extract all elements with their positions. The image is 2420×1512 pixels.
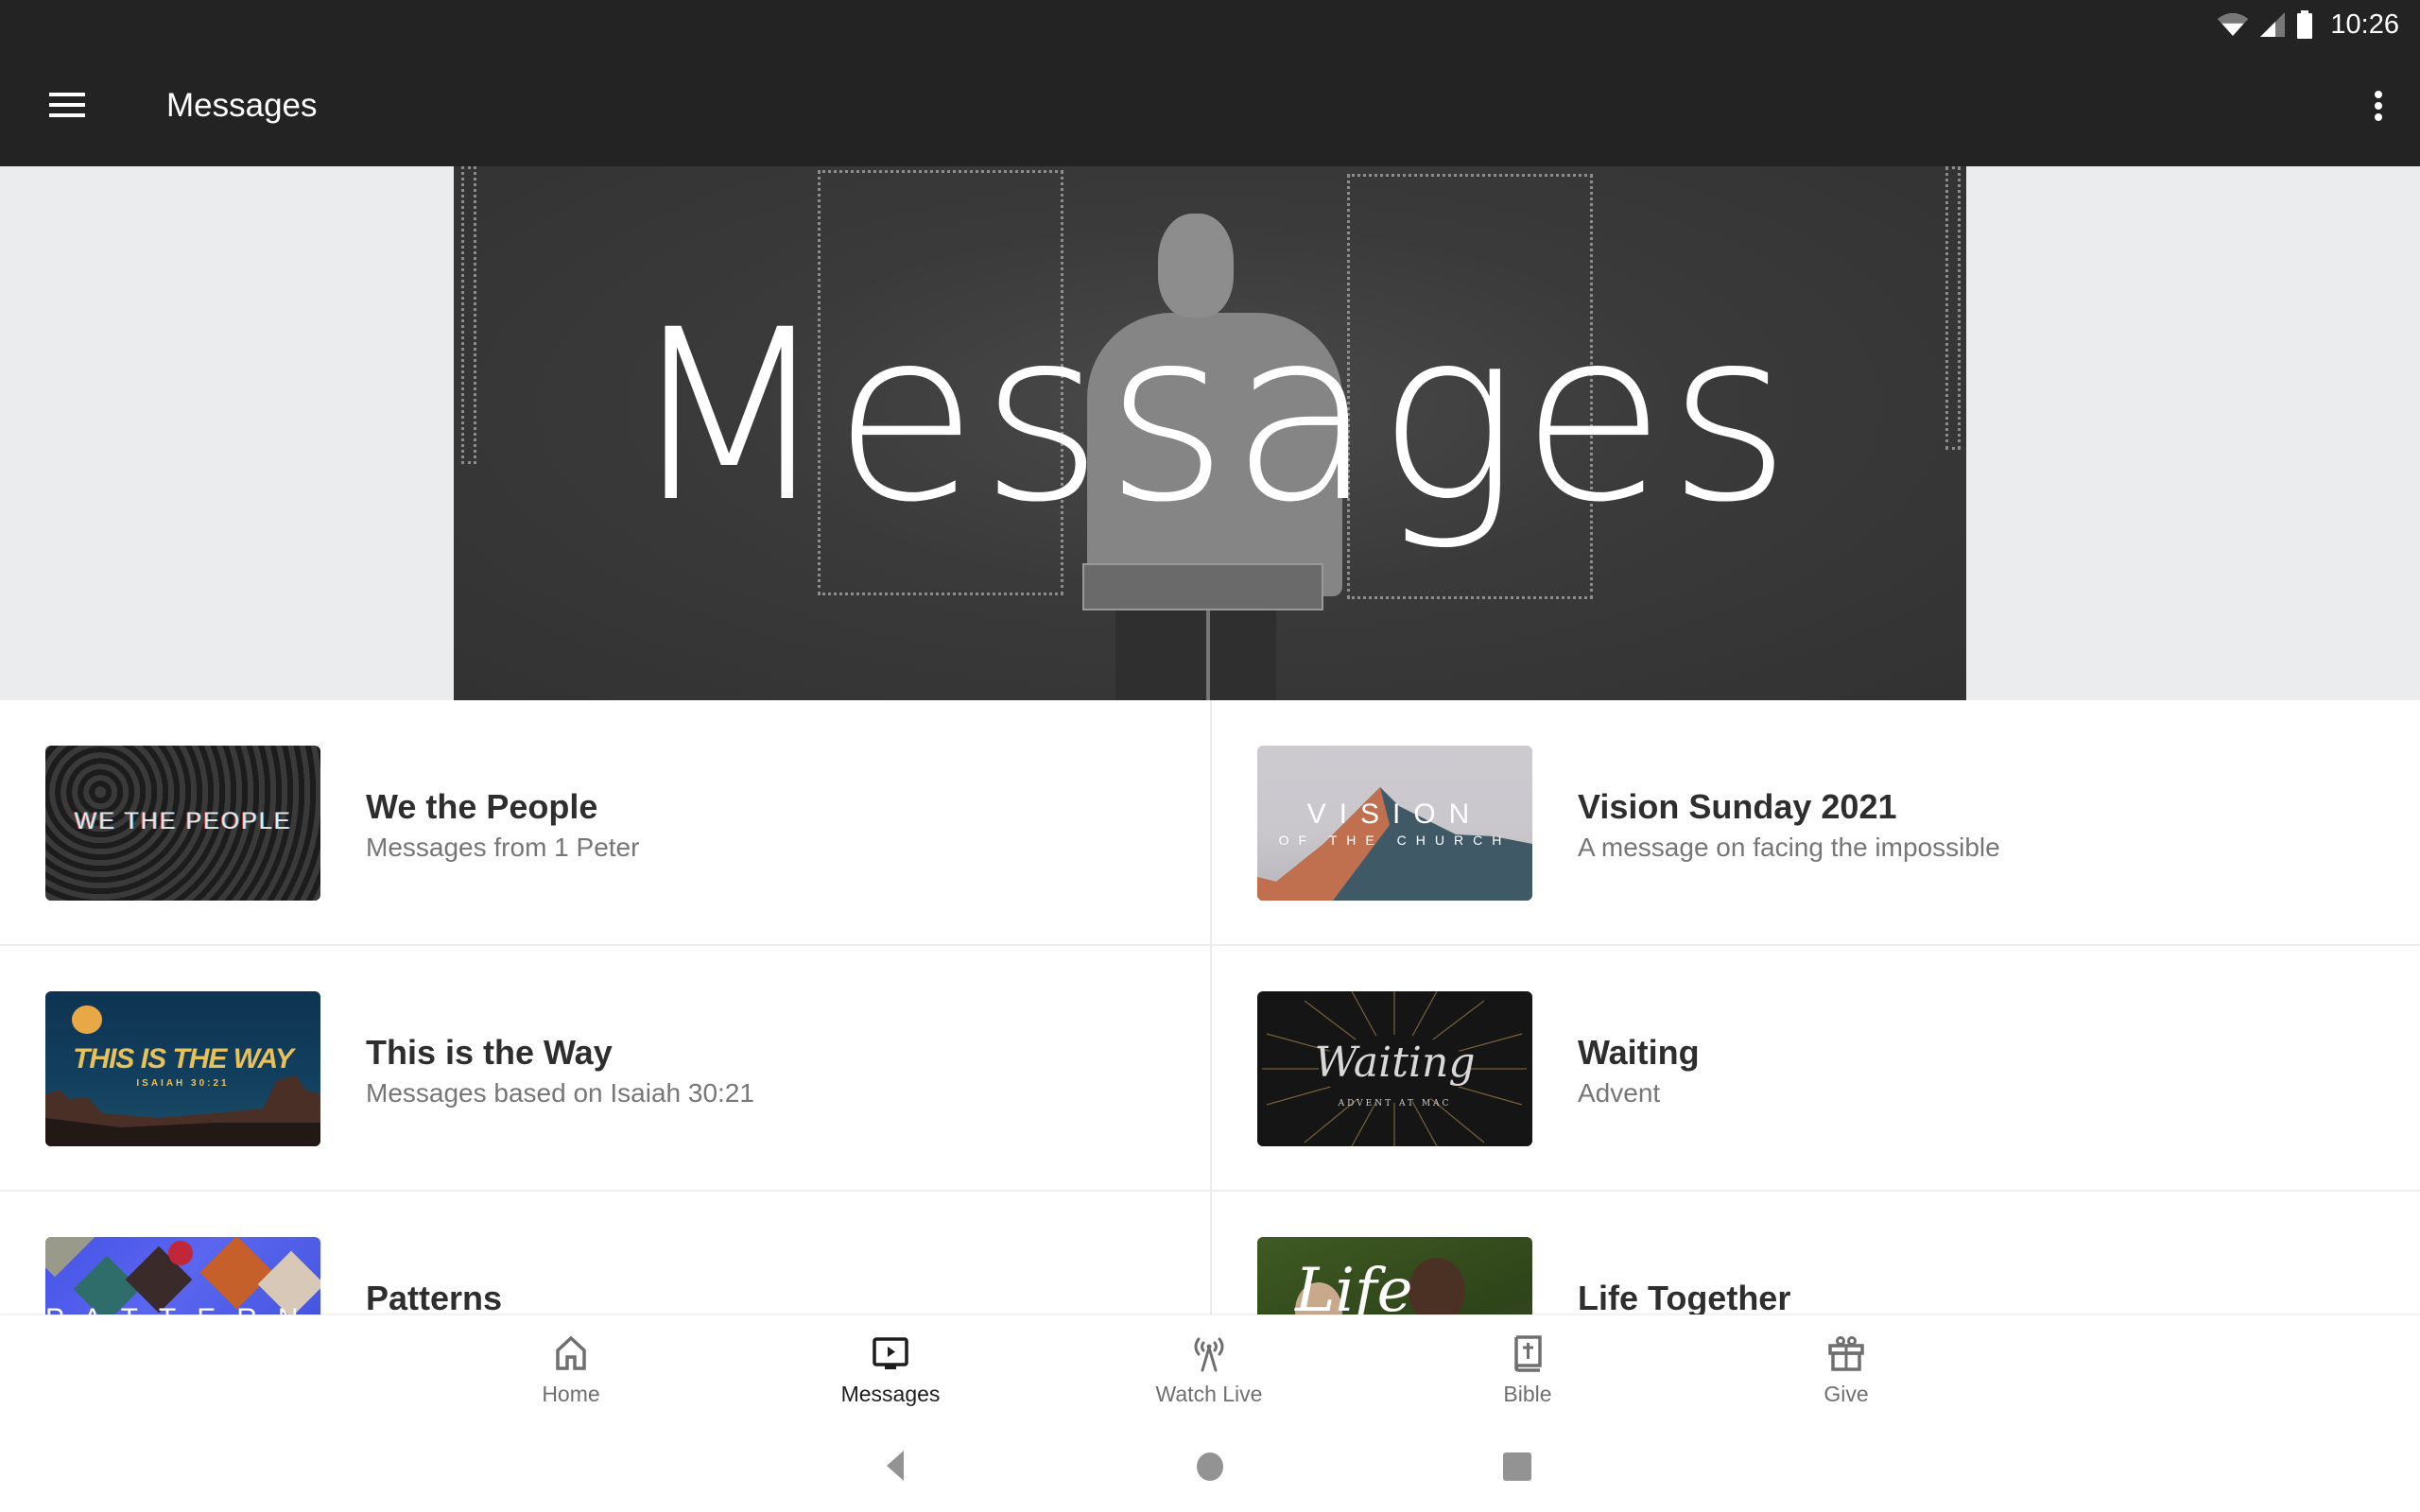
series-title: This is the Way bbox=[366, 1033, 613, 1072]
thumbnail-caption: PATTERNS bbox=[45, 1303, 320, 1314]
wifi-icon bbox=[2218, 13, 2249, 36]
status-bar: 10:26 bbox=[2217, 6, 2399, 43]
mic-stand bbox=[1206, 610, 1210, 700]
series-thumbnail: WE THE PEOPLE bbox=[45, 746, 320, 901]
page-title: Messages bbox=[166, 87, 318, 124]
moon-graphic bbox=[72, 1005, 102, 1034]
status-time: 10:26 bbox=[2330, 9, 2399, 40]
thumbnail-caption: ISAIAH 30:21 bbox=[136, 1078, 230, 1089]
video-play-icon bbox=[873, 1337, 908, 1369]
more-vert-icon[interactable] bbox=[2371, 89, 2386, 127]
series-item-life-together[interactable]: Life Life Together bbox=[1212, 1192, 2420, 1314]
photo-figure bbox=[1409, 1258, 1465, 1314]
gift-icon bbox=[1828, 1336, 1864, 1371]
recent-apps-icon[interactable] bbox=[1503, 1452, 1531, 1481]
series-list: WE THE PEOPLE We the People Messages fro… bbox=[0, 700, 2420, 1314]
system-navigation-bar bbox=[0, 1428, 2420, 1512]
series-title: Vision Sunday 2021 bbox=[1578, 787, 1897, 826]
nav-tab-home[interactable]: Home bbox=[458, 1315, 684, 1429]
broadcast-antenna-icon bbox=[1194, 1337, 1224, 1372]
nav-label: Watch Live bbox=[1155, 1382, 1263, 1406]
cell-signal-icon bbox=[2260, 12, 2286, 37]
app-bar: 10:26 Messages bbox=[0, 0, 2420, 166]
nav-label: Messages bbox=[840, 1382, 941, 1406]
hamburger-menu-icon[interactable] bbox=[49, 91, 87, 121]
series-subtitle: A message on facing the impossible bbox=[1578, 833, 2000, 862]
series-subtitle: Messages from 1 Peter bbox=[366, 833, 640, 862]
series-item-vision-sunday-2021[interactable]: VISION OF THE CHURCH Vision Sunday 2021 … bbox=[1212, 700, 2420, 946]
hero-section: Messages bbox=[0, 166, 2420, 700]
back-icon[interactable] bbox=[887, 1451, 904, 1481]
collage-tile bbox=[199, 1237, 274, 1310]
nav-tab-give[interactable]: Give bbox=[1733, 1315, 1960, 1429]
bible-icon bbox=[1514, 1335, 1542, 1372]
battery-icon bbox=[2297, 10, 2313, 39]
series-thumbnail: VISION OF THE CHURCH bbox=[1257, 746, 1532, 901]
hero-banner: Messages bbox=[454, 166, 1966, 700]
thumbnail-caption: THIS IS THE WAY bbox=[73, 1043, 294, 1074]
series-title: Waiting bbox=[1578, 1033, 1700, 1072]
series-thumbnail: Waiting ADVENT AT MAC bbox=[1257, 991, 1532, 1146]
nav-tab-messages[interactable]: Messages bbox=[777, 1315, 1004, 1429]
series-thumbnail: THIS IS THE WAY ISAIAH 30:21 bbox=[45, 991, 320, 1146]
nav-label: Bible bbox=[1503, 1382, 1552, 1406]
series-item-waiting[interactable]: Waiting ADVENT AT MAC Waiting Advent bbox=[1212, 946, 2420, 1192]
home-icon bbox=[556, 1335, 586, 1370]
nav-tab-bible[interactable]: Bible bbox=[1414, 1315, 1641, 1429]
speaker-figure bbox=[1115, 610, 1276, 700]
thumbnail-caption: Life bbox=[1295, 1256, 1413, 1314]
i-voted-sticker bbox=[168, 1241, 193, 1265]
series-subtitle: Advent bbox=[1578, 1078, 1661, 1108]
home-circle-icon[interactable] bbox=[1197, 1452, 1223, 1481]
series-thumbnail: PATTERNS bbox=[45, 1237, 320, 1314]
podium bbox=[1082, 563, 1323, 610]
thumbnail-caption: ADVENT AT MAC bbox=[1338, 1099, 1452, 1108]
series-subtitle: Messages based on Isaiah 30:21 bbox=[366, 1078, 754, 1108]
nav-tab-watch-live[interactable]: Watch Live bbox=[1096, 1315, 1322, 1429]
series-item-this-is-the-way[interactable]: THIS IS THE WAY ISAIAH 30:21 This is the… bbox=[0, 946, 1210, 1192]
collage-tile bbox=[45, 1237, 95, 1278]
nav-label: Home bbox=[542, 1382, 600, 1406]
series-title: Patterns bbox=[366, 1279, 503, 1314]
series-title: Life Together bbox=[1578, 1279, 1791, 1314]
bottom-navigation: Home Messages Watch Live Bible Give bbox=[0, 1314, 2420, 1428]
nav-label: Give bbox=[1824, 1382, 1869, 1406]
series-item-we-the-people[interactable]: WE THE PEOPLE We the People Messages fro… bbox=[0, 700, 1210, 946]
thumbnail-caption: WE THE PEOPLE bbox=[74, 808, 292, 834]
series-item-patterns[interactable]: PATTERNS Patterns bbox=[0, 1192, 1210, 1314]
series-title: We the People bbox=[366, 787, 598, 826]
thumbnail-caption: VISION bbox=[1306, 799, 1483, 830]
thumbnail-caption: OF THE CHURCH bbox=[1278, 833, 1512, 848]
column-divider bbox=[1210, 700, 1212, 1314]
thumbnail-caption: Waiting bbox=[1314, 1039, 1476, 1087]
hero-title: Messages bbox=[627, 279, 1793, 554]
series-thumbnail: Life bbox=[1257, 1237, 1532, 1314]
